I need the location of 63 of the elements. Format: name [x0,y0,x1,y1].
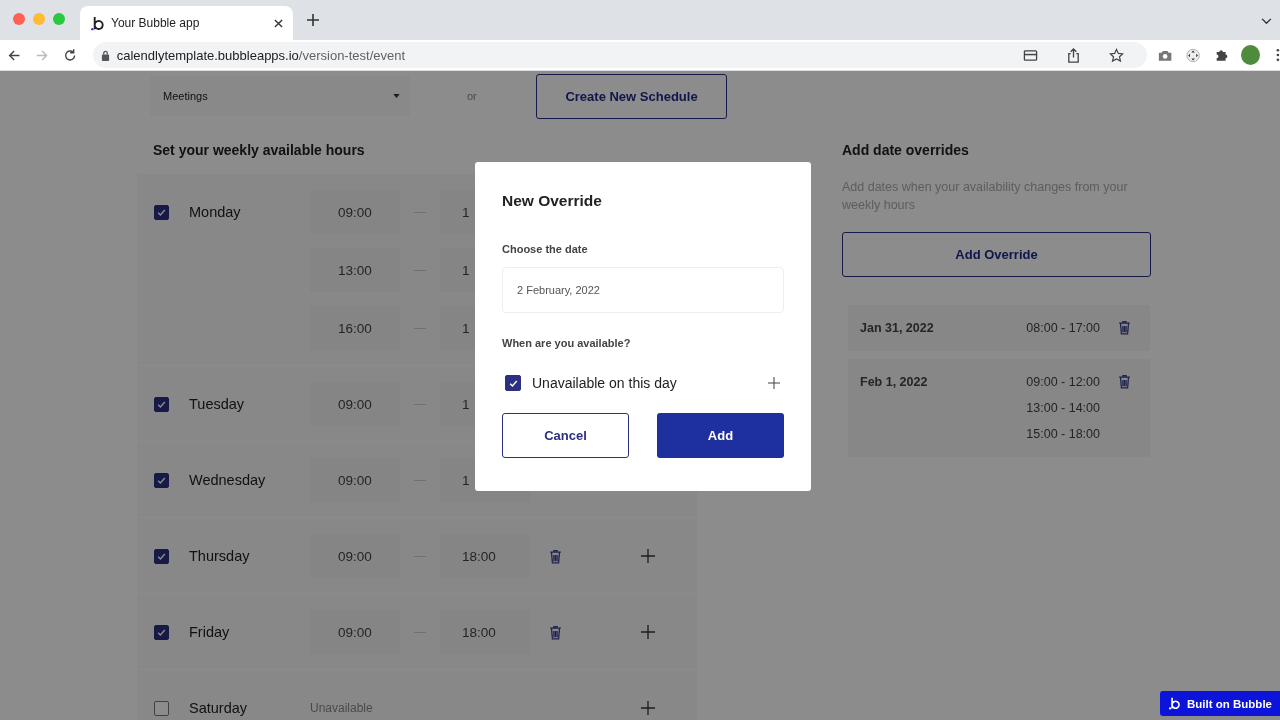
or-text: or [467,90,478,102]
trash-icon[interactable] [549,624,562,640]
chevron-down-icon[interactable] [1261,18,1272,25]
badge-text: Built on Bubble [1187,697,1272,710]
lock-icon[interactable] [100,49,110,61]
close-icon[interactable] [274,18,283,28]
close-window-dot[interactable] [13,13,25,25]
dialog-title: New Override [502,192,603,210]
trash-icon[interactable] [549,548,562,564]
section-heading: Add date overrides [842,141,970,158]
override-time-range: 15:00 - 18:00 [1026,427,1100,441]
minimize-window-dot[interactable] [33,13,45,25]
date-label: Choose the date [502,243,589,255]
availability-question: When are you available? [502,337,632,349]
day-checkbox[interactable] [154,548,169,564]
add-button[interactable]: Add [657,413,784,458]
url-text[interactable]: calendlytemplate.bubbleapps.io/version-test/event [116,47,406,63]
menu-icon[interactable] [1276,48,1280,62]
day-label: Saturday [189,700,248,716]
move-icon[interactable] [1185,47,1200,63]
section-heading: Set your weekly available hours [152,141,366,158]
share-icon[interactable] [1065,47,1081,63]
browser-tab[interactable]: Your Bubble app [80,6,293,40]
override-date: Jan 31, 2022 [860,321,935,335]
override-date: Feb 1, 2022 [860,375,929,389]
maximize-window-dot[interactable] [53,13,65,25]
day-checkbox[interactable] [154,700,169,716]
profile-avatar[interactable] [1241,45,1261,65]
unavailable-text: Unavailable [310,700,373,717]
day-label: Friday [189,624,230,640]
day-label: Tuesday [189,396,245,412]
day-label: Monday [189,204,241,220]
caret-icon [393,94,400,98]
star-icon[interactable] [1108,47,1124,63]
built-on-bubble-badge[interactable]: Built on Bubble [1160,691,1280,716]
trash-icon[interactable] [1118,374,1131,389]
bubble-logo-icon [1168,697,1182,710]
add-slot-icon[interactable] [768,377,780,389]
create-schedule-button[interactable]: Create New Schedule [536,73,727,119]
day-label: Thursday [189,548,250,564]
cancel-button[interactable]: Cancel [502,413,629,458]
trash-icon[interactable] [1118,320,1131,335]
unavailable-checkbox[interactable] [505,375,521,391]
day-label: Wednesday [189,472,266,488]
override-time-range: 09:00 - 12:00 [1026,375,1100,389]
add-slot-icon[interactable] [641,549,655,563]
add-slot-icon[interactable] [641,701,655,715]
day-checkbox[interactable] [154,472,169,488]
date-field[interactable]: 2 February, 2022 [502,267,784,313]
bubble-logo-icon [90,15,105,31]
day-checkbox[interactable] [154,396,169,412]
day-checkbox[interactable] [154,624,169,640]
new-tab-icon[interactable] [307,14,319,26]
card-icon[interactable] [1022,47,1038,63]
reload-icon[interactable] [63,47,78,63]
override-time-range: 13:00 - 14:00 [1026,401,1100,415]
add-slot-icon[interactable] [641,625,655,639]
override-time-range: 08:00 - 17:00 [1026,321,1100,335]
tab-title: Your Bubble app [111,16,201,30]
puzzle-icon[interactable] [1214,47,1229,63]
day-checkbox[interactable] [154,204,169,220]
add-override-button[interactable]: Add Override [842,232,1151,277]
unavailable-label: Unavailable on this day [532,375,678,391]
